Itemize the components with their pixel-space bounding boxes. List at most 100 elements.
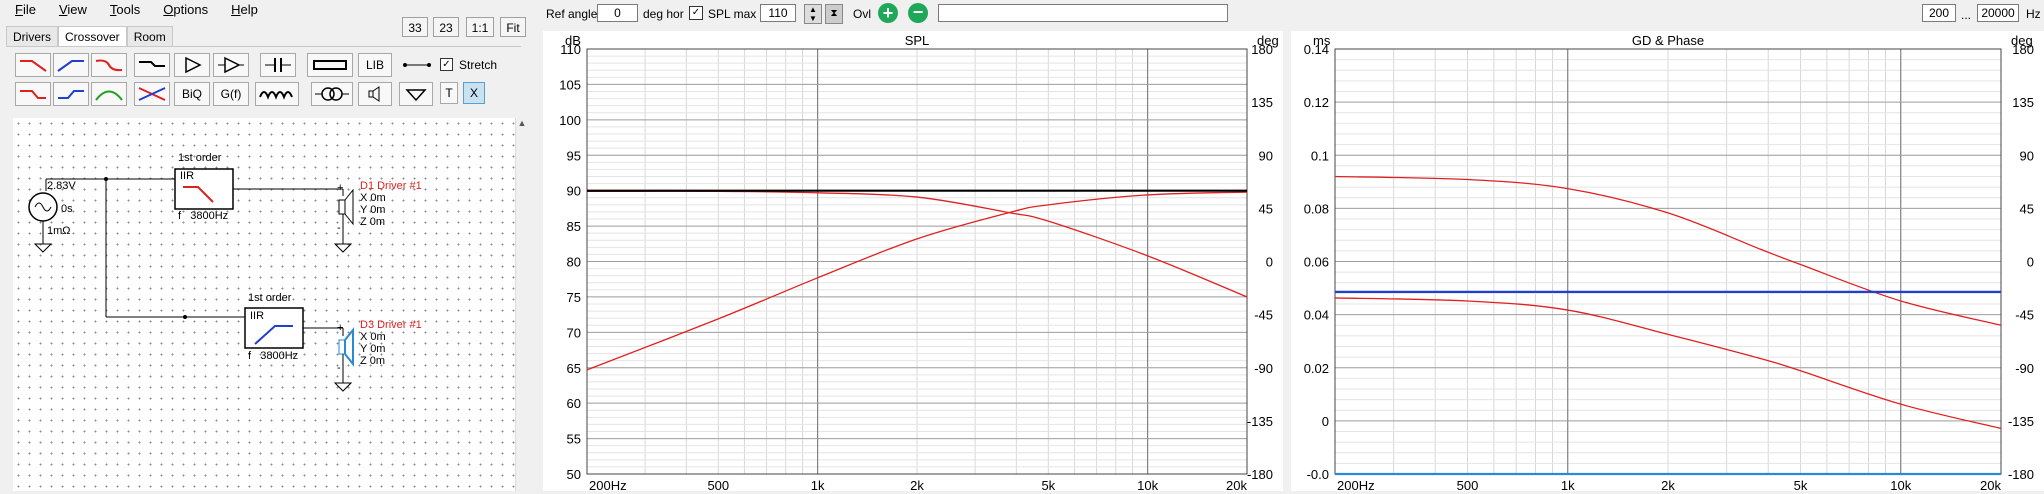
highpass-step-icon: [58, 90, 84, 99]
driver1-z: Z 0m: [360, 216, 386, 228]
zoom-1to1-button[interactable]: 1:1: [466, 17, 494, 37]
gd-phase-chart[interactable]: 0.140.120.10.080.060.040.020-0.018013590…: [1291, 31, 2044, 493]
y2-tick-label: -180: [1247, 467, 1273, 482]
lowpass-icon: [20, 60, 47, 72]
remove-overlay-icon[interactable]: −: [908, 3, 928, 23]
text-button[interactable]: T: [440, 82, 458, 104]
menu-tools[interactable]: Tools: [95, 0, 148, 20]
capacitor-button[interactable]: [260, 53, 296, 77]
spl-spinner[interactable]: ▲ ▼: [804, 4, 822, 24]
menu-options[interactable]: Options: [148, 0, 216, 20]
block1-title: 1st order: [178, 152, 222, 164]
block1-freq: f 3800Hz: [178, 210, 229, 222]
delay-amp-button[interactable]: [213, 53, 249, 77]
x-tick-label: 500: [707, 478, 729, 491]
y2-axis-label: deg: [1257, 33, 1279, 48]
driver2-plus: +: [337, 322, 344, 334]
amplifier-button[interactable]: [174, 53, 210, 77]
biquad-button[interactable]: BiQ: [174, 82, 210, 106]
resistor-icon: [313, 60, 347, 70]
resistor-button[interactable]: [307, 53, 353, 77]
y-tick-label: 0.02: [1304, 361, 1329, 376]
shelf-icon: [139, 61, 165, 67]
driver-1[interactable]: [333, 188, 354, 253]
y2-tick-label: -90: [1254, 361, 1273, 376]
spl-max-checkbox[interactable]: ✓: [689, 6, 703, 20]
driver-button[interactable]: [358, 82, 392, 106]
x-tick-label: 20k: [1980, 478, 2001, 491]
y-tick-label: -0.0: [1307, 467, 1329, 482]
y2-tick-label: -180: [2008, 467, 2034, 482]
overlay-name-input[interactable]: [938, 4, 1228, 22]
highpass2-button[interactable]: [53, 82, 89, 106]
lowpass-red-button[interactable]: [15, 53, 51, 77]
y-tick-label: 95: [567, 148, 581, 163]
tab-bar: Drivers Crossover Room: [6, 26, 173, 47]
ground-button[interactable]: [399, 82, 433, 106]
y-axis-label: ms: [1313, 33, 1331, 48]
y2-tick-label: 135: [2012, 95, 2034, 110]
block1-type: IIR: [180, 170, 195, 182]
ref-angle-input[interactable]: 0: [597, 4, 638, 22]
freq-min-input[interactable]: 200: [1922, 4, 1956, 22]
gd-phase-chart-panel: 0.14 0.12 0.1 0.08 0.06 0.04 0.02 0 -0.0 180 135 90…: [1291, 31, 2044, 493]
menu-file[interactable]: File: [0, 0, 44, 20]
y-tick-label: 75: [567, 290, 581, 305]
notch-button[interactable]: [134, 82, 170, 106]
add-overlay-icon[interactable]: +: [878, 3, 898, 23]
tab-room[interactable]: Room: [126, 26, 173, 47]
lowpass2-button[interactable]: [15, 82, 51, 106]
y-tick-label: 0.04: [1304, 308, 1329, 323]
driver1-name: D1 Driver #1: [360, 180, 422, 192]
y2-tick-label: -90: [2015, 361, 2034, 376]
stretch-checkbox[interactable]: ✓: [440, 58, 453, 71]
y-tick-label: 65: [567, 361, 581, 376]
y2-tick-label: 135: [1251, 95, 1273, 110]
bandpass-icon: [95, 90, 123, 101]
tab-crossover[interactable]: Crossover: [58, 26, 127, 47]
block2-type: IIR: [250, 310, 265, 322]
zoom-33-button[interactable]: 33: [402, 17, 428, 37]
x-tick-label: 200Hz: [589, 478, 627, 491]
inductor-icon: [259, 91, 293, 100]
spl-chart[interactable]: 1101051009590858075706560555018013590450…: [543, 31, 1283, 493]
bandpass-button[interactable]: [91, 82, 127, 106]
highpass-blue-button[interactable]: [53, 53, 89, 77]
allpass-red-button[interactable]: [91, 53, 127, 77]
source-resistance: 1mΩ: [47, 225, 71, 237]
menu-view[interactable]: View: [44, 0, 95, 20]
x-tick-label: 2k: [910, 478, 924, 491]
y-tick-label: 50: [567, 467, 581, 482]
inductor-button[interactable]: [255, 82, 299, 106]
transformer-icon: [315, 87, 349, 101]
driver-2[interactable]: [333, 327, 354, 392]
speaker-icon: [368, 86, 380, 102]
amplifier-icon: [185, 56, 202, 74]
tab-drivers[interactable]: Drivers: [6, 26, 58, 47]
wire-tool[interactable]: [402, 58, 432, 75]
vertical-scrollbar[interactable]: ▲: [515, 118, 528, 491]
transfer-function-button[interactable]: G(f): [213, 82, 249, 106]
scroll-up-icon[interactable]: ▲: [516, 118, 528, 128]
y2-tick-label: -45: [1254, 308, 1273, 323]
y2-tick-label: 90: [2020, 148, 2034, 163]
x-tick-label: 5k: [1794, 478, 1808, 491]
driver2-y: Y 0m: [360, 343, 386, 355]
y-tick-label: 0.08: [1304, 201, 1329, 216]
menu-help[interactable]: Help: [216, 0, 266, 20]
transformer-button[interactable]: [311, 82, 353, 106]
y2-tick-label: 0: [2027, 255, 2034, 270]
y-tick-label: 60: [567, 396, 581, 411]
spl-max-input[interactable]: 110: [760, 4, 796, 22]
y-tick-label: 0.1: [1311, 148, 1329, 163]
x-tick-label: 2k: [1661, 478, 1675, 491]
library-button[interactable]: LIB: [358, 53, 392, 77]
delete-button[interactable]: X: [463, 82, 485, 104]
driver1-minus: -: [337, 222, 341, 234]
zoom-23-button[interactable]: 23: [433, 17, 459, 37]
y-tick-label: 55: [567, 432, 581, 447]
freq-max-input[interactable]: 20000: [1977, 4, 2019, 22]
spl-fit-icon[interactable]: ⧗: [825, 4, 843, 24]
shelf-button[interactable]: [134, 53, 170, 77]
zoom-fit-button[interactable]: Fit: [500, 17, 526, 37]
